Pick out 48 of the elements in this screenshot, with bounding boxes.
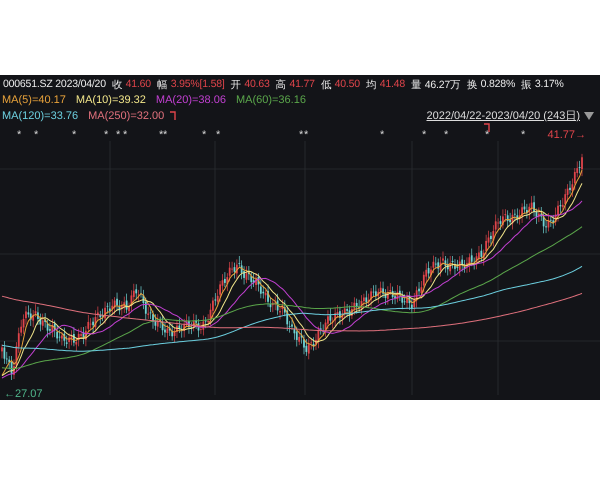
moving-average-value: MA(5)=40.17 bbox=[2, 94, 66, 106]
field-value: 40.50 bbox=[334, 78, 360, 92]
signal-marker: * bbox=[422, 129, 426, 141]
field-value: 3.17% bbox=[534, 78, 564, 92]
field-label: 幅 bbox=[156, 78, 168, 92]
signal-marker: * bbox=[299, 129, 304, 141]
symbol-date: 000651.SZ 2023/04/20 bbox=[3, 78, 106, 92]
field-label: 量 bbox=[410, 78, 422, 92]
signal-marker: * bbox=[163, 129, 168, 141]
moving-average-value: MA(10)=39.32 bbox=[76, 94, 146, 106]
field-label: 换 bbox=[466, 78, 478, 92]
bracket-icon bbox=[484, 123, 490, 132]
signal-marker: * bbox=[116, 129, 120, 141]
field-value: 41.48 bbox=[380, 78, 405, 92]
signal-marker: * bbox=[521, 129, 526, 141]
field-label: 高 bbox=[276, 78, 286, 92]
field-value: 40.63 bbox=[244, 78, 270, 92]
signal-marker: * bbox=[485, 129, 490, 141]
signal-marker: * bbox=[202, 129, 206, 141]
signal-marker: * bbox=[304, 129, 308, 141]
signal-marker: * bbox=[34, 129, 38, 141]
field-label: 低 bbox=[320, 78, 332, 92]
signal-marker: * bbox=[72, 129, 76, 141]
field-value: 46.27万 bbox=[424, 78, 461, 92]
moving-average-value: MA(120)=33.76 bbox=[2, 110, 78, 122]
moving-average-value: MA(250)=32.00 bbox=[88, 110, 164, 122]
low-price-label: ←27.07 bbox=[4, 388, 43, 400]
field-label: 振 bbox=[521, 78, 532, 92]
signal-marker: * bbox=[159, 129, 164, 141]
dropdown-icon[interactable] bbox=[584, 112, 594, 120]
signal-marker: * bbox=[216, 129, 220, 141]
signal-marker: * bbox=[123, 129, 128, 141]
field-value: 41.77 bbox=[290, 78, 315, 92]
signal-marker: * bbox=[104, 129, 108, 141]
moving-average-value: MA(20)=38.06 bbox=[156, 94, 226, 106]
bracket-icon bbox=[170, 111, 176, 120]
date-range-link[interactable]: 2022/04/22-2023/04/20 (243日) bbox=[426, 108, 580, 123]
signal-marker: * bbox=[444, 129, 448, 141]
signal-marker: * bbox=[380, 129, 384, 141]
high-price-label: 41.77→ bbox=[547, 129, 586, 141]
field-label: 均 bbox=[366, 78, 377, 92]
field-value: 3.95%[1.58] bbox=[170, 78, 225, 92]
field-value: 0.828% bbox=[480, 78, 516, 92]
moving-average-value: MA(60)=36.16 bbox=[236, 94, 306, 106]
signal-marker: * bbox=[17, 129, 22, 141]
field-label: 收 bbox=[112, 78, 123, 92]
field-label: 开 bbox=[230, 78, 242, 92]
field-value: 41.60 bbox=[126, 78, 151, 92]
